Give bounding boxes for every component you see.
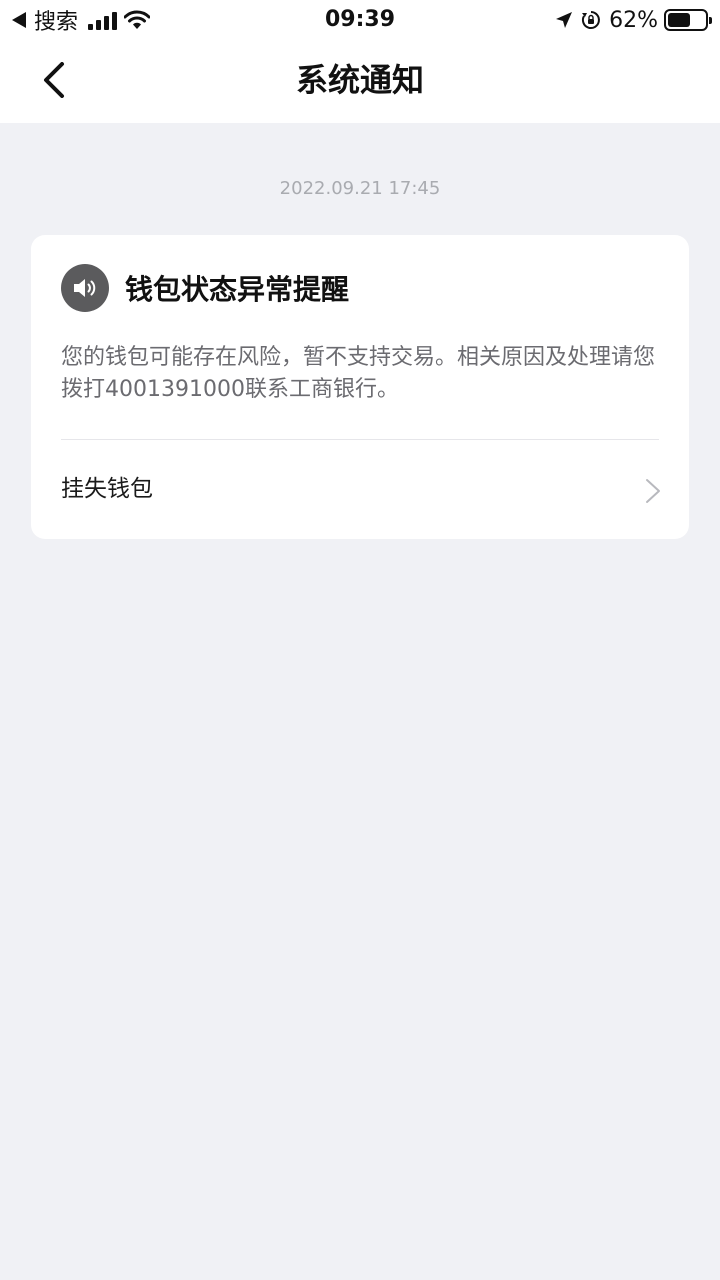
battery-percent: 62% <box>609 7 658 33</box>
location-arrow-icon <box>556 12 573 28</box>
nav-bar: 系统通知 <box>0 40 720 123</box>
report-loss-wallet-label: 挂失钱包 <box>61 476 153 502</box>
speaker-icon <box>61 264 109 312</box>
chevron-right-icon <box>646 479 660 503</box>
status-right: 62% <box>555 6 712 34</box>
card-header: 钱包状态异常提醒 <box>61 264 349 312</box>
status-bar: 搜索 09:39 62% <box>0 0 720 40</box>
battery-fill <box>668 13 691 27</box>
notification-timestamp: 2022.09.21 17:45 <box>279 178 441 199</box>
report-loss-wallet-button[interactable]: 挂失钱包 <box>31 440 689 539</box>
battery-icon <box>664 9 712 31</box>
notification-title: 钱包状态异常提醒 <box>125 273 350 306</box>
notification-card: 钱包状态异常提醒 您的钱包可能存在风险，暂不支持交易。相关原因及处理请您拨打40… <box>31 235 689 539</box>
header: 搜索 09:39 62% 系统通知 <box>0 0 720 123</box>
rotation-lock-icon <box>582 11 600 29</box>
notification-body: 您的钱包可能存在风险，暂不支持交易。相关原因及处理请您拨打4001391000联… <box>61 345 656 402</box>
page-title: 系统通知 <box>295 61 424 99</box>
